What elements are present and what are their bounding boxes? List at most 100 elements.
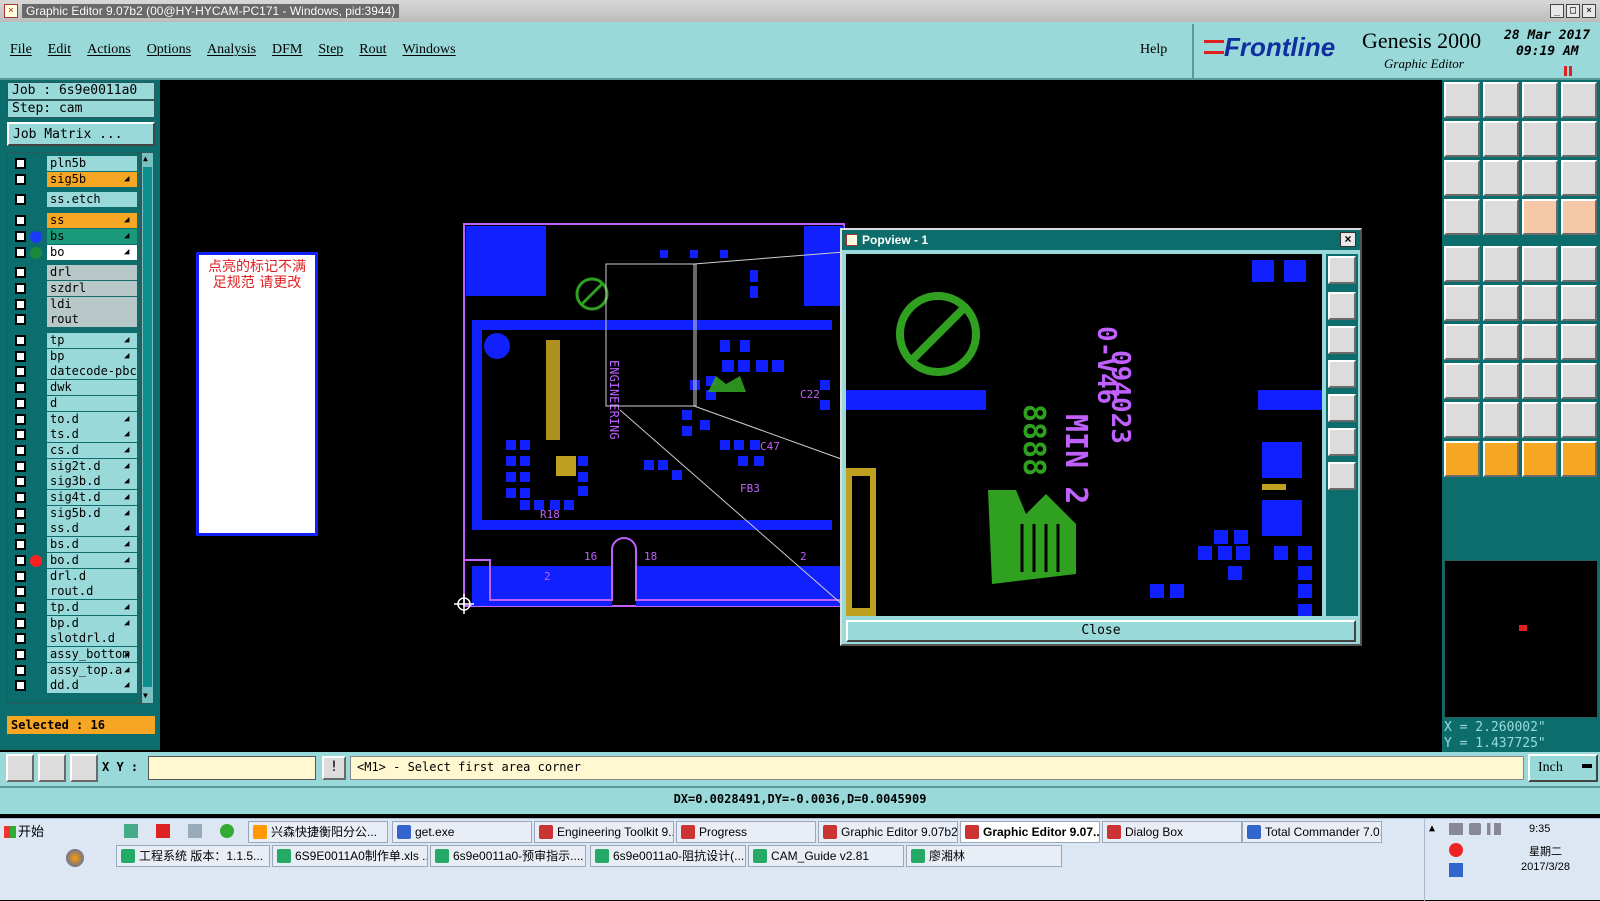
pdf-icon[interactable] bbox=[156, 824, 170, 838]
layer-checkbox[interactable] bbox=[15, 194, 26, 206]
layer-row[interactable]: bs.d ◢ bbox=[10, 537, 160, 553]
menu-analysis[interactable]: Analysis bbox=[207, 42, 256, 58]
arrow2-tool-button[interactable] bbox=[1483, 441, 1519, 477]
layer-row[interactable]: pln5b bbox=[10, 156, 160, 172]
layer-row[interactable]: bp ◢ bbox=[10, 348, 160, 365]
layer-checkbox[interactable] bbox=[15, 429, 26, 441]
layer-row[interactable]: drl bbox=[10, 265, 160, 281]
layer-row[interactable]: sig3b.d ◢ bbox=[10, 474, 160, 490]
layer-row[interactable]: tp ◢ bbox=[10, 333, 160, 349]
layer-row[interactable]: datecode-pbc bbox=[10, 364, 160, 380]
taskbar-item[interactable]: Dialog Box bbox=[1102, 821, 1242, 843]
popview-fit-button[interactable] bbox=[1328, 428, 1356, 456]
arrow4-tool-button[interactable] bbox=[1561, 441, 1597, 477]
calculator-icon[interactable] bbox=[188, 824, 202, 838]
layer-checkbox[interactable] bbox=[15, 460, 26, 472]
menu-options[interactable]: Options bbox=[147, 42, 191, 58]
layer-row[interactable]: rout bbox=[10, 312, 160, 328]
menu-windows[interactable]: Windows bbox=[403, 42, 456, 58]
scroll-thumb[interactable] bbox=[143, 167, 152, 687]
tray-app-icon-chat[interactable] bbox=[1449, 863, 1463, 877]
measure-button[interactable] bbox=[38, 754, 66, 782]
layer-row[interactable]: bo.d ◢ bbox=[10, 552, 160, 569]
taskbar-item[interactable]: Total Commander 7.0... bbox=[1242, 821, 1382, 843]
layer-checkbox[interactable] bbox=[15, 570, 26, 582]
popview-zoom-in-button[interactable] bbox=[1328, 256, 1356, 284]
ie-icon[interactable] bbox=[220, 824, 234, 838]
taskbar-item[interactable]: Progress bbox=[676, 821, 816, 843]
layer-row[interactable]: ss.etch bbox=[10, 192, 160, 208]
layer-checkbox[interactable] bbox=[15, 617, 26, 629]
fit-tool-button[interactable] bbox=[1444, 160, 1480, 196]
layer-name[interactable]: drl.d bbox=[47, 568, 137, 584]
layer-checkbox[interactable] bbox=[15, 523, 26, 535]
layer-name[interactable]: dwk bbox=[47, 380, 137, 396]
layer-checkbox[interactable] bbox=[15, 314, 26, 326]
slash-tool-button[interactable] bbox=[1483, 324, 1519, 360]
tray-app-icon-red[interactable] bbox=[1449, 843, 1463, 857]
xy-input[interactable] bbox=[148, 756, 316, 780]
layer-checkbox[interactable] bbox=[15, 664, 26, 676]
taskbar-item[interactable]: Engineering Toolkit 9.... bbox=[534, 821, 674, 843]
nodes-tool-button[interactable] bbox=[1444, 285, 1480, 321]
popview-close-button[interactable]: Close bbox=[846, 620, 1356, 642]
layer-name[interactable]: d bbox=[47, 395, 137, 411]
layer-row[interactable]: ss ◢ bbox=[10, 213, 160, 229]
layer-name[interactable]: datecode-pbc bbox=[47, 364, 137, 380]
undo-tool-button[interactable] bbox=[1522, 324, 1558, 360]
layer-checkbox[interactable] bbox=[15, 476, 26, 488]
layer-checkbox[interactable] bbox=[15, 444, 26, 456]
start-button[interactable]: 开始 bbox=[2, 821, 52, 843]
pin-tool-button[interactable] bbox=[1522, 285, 1558, 321]
layer-checkbox[interactable] bbox=[15, 366, 26, 378]
scroll-down-icon[interactable]: ▼ bbox=[143, 691, 152, 701]
menu-edit[interactable]: Edit bbox=[48, 42, 71, 58]
circle-tool-button[interactable] bbox=[1561, 246, 1597, 282]
highlight-red2-tool-button[interactable] bbox=[1561, 199, 1597, 235]
tray-expand-icon[interactable]: ▲ bbox=[1429, 823, 1435, 834]
triangle-tool-button[interactable] bbox=[1444, 402, 1480, 438]
layer-row[interactable]: cs.d ◢ bbox=[10, 442, 160, 459]
layer-row[interactable]: dd.d ◢ bbox=[10, 678, 160, 694]
menu-actions[interactable]: Actions bbox=[87, 42, 131, 58]
box-tool-button[interactable] bbox=[1561, 363, 1597, 399]
taskbar-item[interactable]: 工程系统 版本：1.1.5... bbox=[116, 845, 270, 867]
line-red-tool-button[interactable] bbox=[1444, 324, 1480, 360]
layer-checkbox[interactable] bbox=[15, 413, 26, 425]
ruler-tool-button[interactable] bbox=[1522, 246, 1558, 282]
pin2-tool-button[interactable] bbox=[1561, 285, 1597, 321]
taskbar-item[interactable]: 6s9e0011a0-预审指示.... bbox=[430, 845, 586, 867]
layer-checkbox[interactable] bbox=[15, 397, 26, 409]
signal-icon[interactable] bbox=[1487, 823, 1501, 835]
arrow3-tool-button[interactable] bbox=[1522, 441, 1558, 477]
layer-checkbox[interactable] bbox=[15, 298, 26, 310]
layer-checkbox[interactable] bbox=[15, 601, 26, 613]
layer-checkbox[interactable] bbox=[15, 335, 26, 346]
home-tool-button[interactable] bbox=[1444, 82, 1480, 118]
camera-tool-button[interactable] bbox=[1444, 246, 1480, 282]
center-tool-button[interactable] bbox=[1483, 160, 1519, 196]
arc-tool-button[interactable] bbox=[1522, 402, 1558, 438]
layer-checkbox[interactable] bbox=[15, 492, 26, 503]
layer-row[interactable]: bo ◢ bbox=[10, 244, 160, 261]
layer-row[interactable]: sig5b ◢ bbox=[10, 171, 160, 188]
wrench-tool-button[interactable] bbox=[1444, 199, 1480, 235]
menu-rout[interactable]: Rout bbox=[359, 42, 386, 58]
layer-name[interactable]: ldi bbox=[47, 296, 137, 312]
cross-tool-button[interactable] bbox=[1483, 285, 1519, 321]
taskbar-item[interactable]: Graphic Editor 9.07... bbox=[960, 821, 1100, 843]
layer-checkbox[interactable] bbox=[15, 246, 26, 258]
taskbar-item[interactable]: 6s9e0011a0-阻抗设计(... bbox=[590, 845, 746, 867]
layer-checkbox[interactable] bbox=[15, 158, 26, 169]
layer-checkbox[interactable] bbox=[15, 350, 26, 362]
layer-row[interactable]: bp.d ◢ bbox=[10, 615, 160, 632]
layer-scrollbar[interactable]: ▲ ▼ bbox=[141, 152, 154, 704]
popview-center-button[interactable] bbox=[1328, 462, 1356, 490]
layer-row[interactable]: szdrl bbox=[10, 280, 160, 297]
menu-dfm[interactable]: DFM bbox=[272, 42, 302, 58]
triangle2-tool-button[interactable] bbox=[1483, 402, 1519, 438]
taskbar-item[interactable]: CAM_Guide v2.81 bbox=[748, 845, 904, 867]
layer-name[interactable]: ss.etch bbox=[47, 192, 137, 208]
popview-pan-right-button[interactable] bbox=[1328, 394, 1356, 422]
layer-name[interactable]: rout bbox=[47, 312, 137, 328]
